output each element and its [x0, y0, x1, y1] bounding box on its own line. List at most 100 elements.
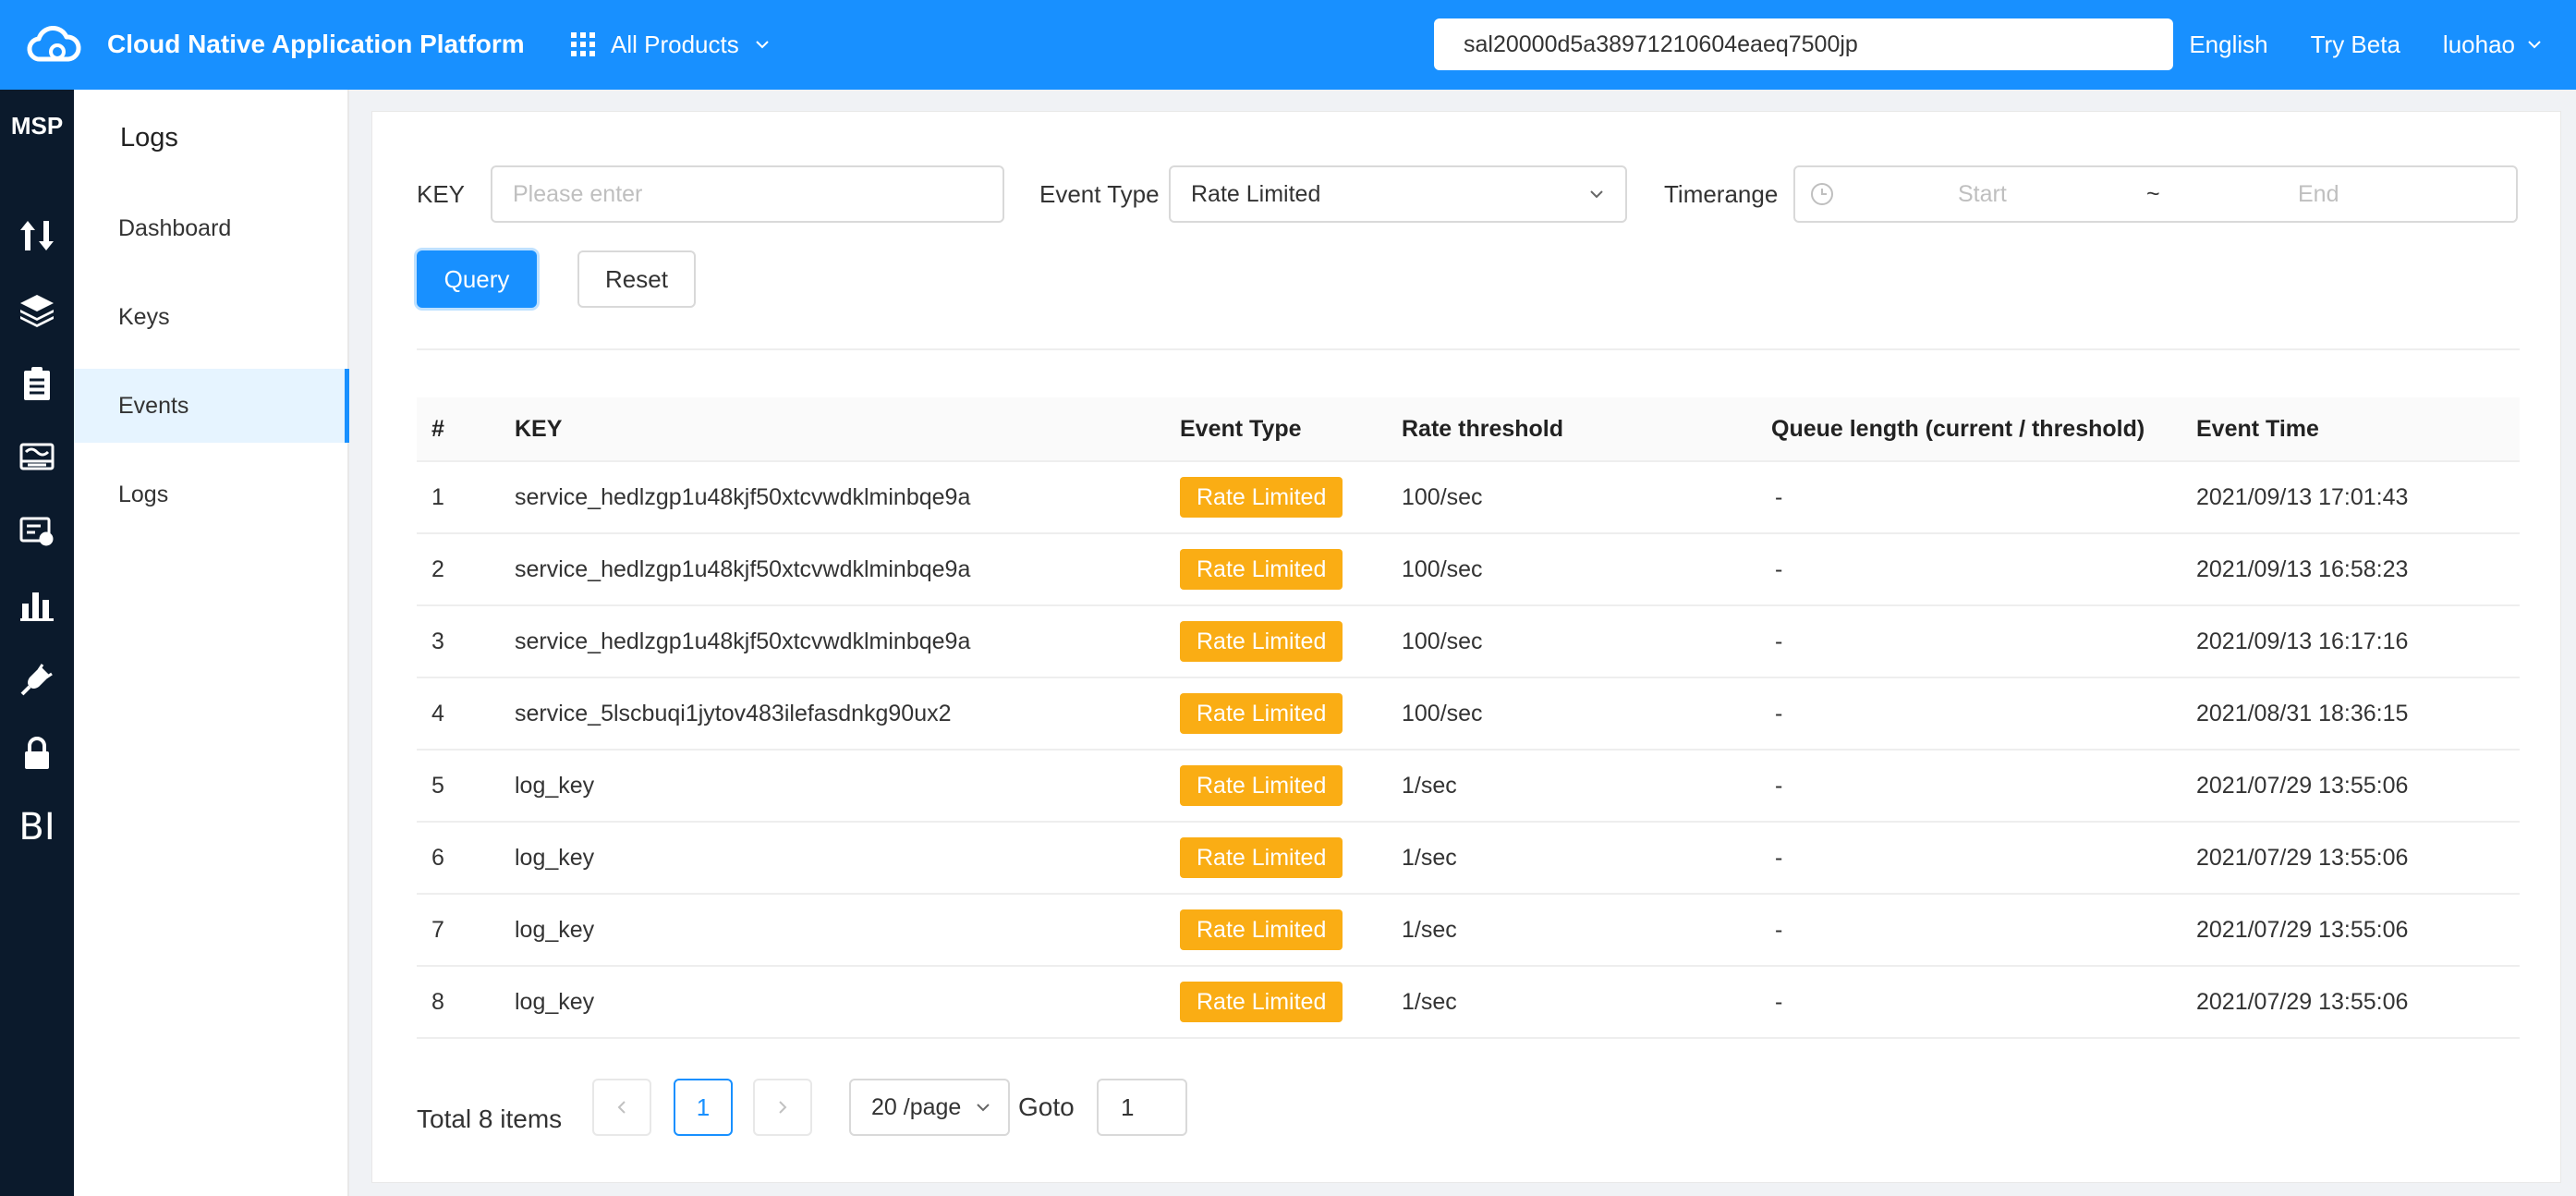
- layers-icon[interactable]: [11, 284, 63, 336]
- row-queue-length: -: [1775, 555, 1783, 582]
- top-bar: Cloud Native Application Platform All Pr…: [0, 0, 2576, 90]
- header-event-type: Event Type: [1180, 415, 1302, 442]
- row-event-time: 2021/07/29 13:55:06: [2196, 844, 2409, 871]
- row-event-time: 2021/07/29 13:55:06: [2196, 916, 2409, 943]
- user-menu[interactable]: luohao: [2443, 31, 2543, 59]
- table-row: 8 log_key Rate Limited 1/sec - 2021/07/29 13:…: [417, 967, 2520, 1039]
- grid-icon: [571, 32, 595, 56]
- key-label: KEY: [417, 180, 466, 208]
- user-name: luohao: [2442, 30, 2515, 58]
- row-queue-length: -: [1775, 628, 1783, 654]
- row-key: log_key: [515, 916, 595, 943]
- event-type-select[interactable]: Rate Limited: [1169, 165, 1627, 223]
- search-input[interactable]: sal20000d5a38971210604eaeq7500jp: [1434, 18, 2173, 70]
- row-rate-threshold: 100/sec: [1402, 555, 1483, 582]
- row-key: service_hedlzgp1u48kjf50xtcvwdklminbqe9a: [515, 483, 971, 510]
- event-type-value: Rate Limited: [1191, 181, 1321, 207]
- timerange-picker[interactable]: Start ~ End: [1793, 165, 2518, 223]
- table-row: 4 service_5lscbuqi1jytov483ilefasdnkg90ux…: [417, 678, 2520, 751]
- chevron-down-icon: [756, 41, 769, 49]
- bi-icon[interactable]: BI: [11, 801, 63, 853]
- table-body: 1 service_hedlzgp1u48kjf50xtcvwdklminbqe9…: [417, 462, 2520, 1039]
- transfer-icon[interactable]: [11, 210, 63, 262]
- row-event-type: Rate Limited: [1180, 967, 1343, 1037]
- row-queue-length: -: [1775, 916, 1783, 943]
- row-key: service_hedlzgp1u48kjf50xtcvwdklminbqe9a: [515, 555, 971, 582]
- row-rate-threshold: 100/sec: [1402, 628, 1483, 654]
- chevron-down-icon: [1590, 190, 1603, 199]
- query-button[interactable]: Query: [417, 250, 537, 308]
- row-event-type: Rate Limited: [1180, 823, 1343, 893]
- plug-icon[interactable]: [11, 653, 63, 705]
- row-event-time: 2021/07/29 13:55:06: [2196, 988, 2409, 1015]
- row-rate-threshold: 1/sec: [1402, 844, 1457, 871]
- menu-item-events[interactable]: Events: [74, 369, 349, 443]
- reset-button[interactable]: Reset: [577, 250, 696, 308]
- row-rate-threshold: 1/sec: [1402, 988, 1457, 1015]
- row-queue-length: -: [1775, 483, 1783, 510]
- menu-item-dashboard[interactable]: Dashboard: [74, 191, 349, 265]
- start-placeholder[interactable]: Start: [1958, 167, 2007, 221]
- rate-limited-tag: Rate Limited: [1180, 549, 1343, 590]
- row-number: 5: [431, 772, 444, 799]
- page-size-value: 20 /page: [871, 1094, 962, 1120]
- row-key: log_key: [515, 772, 595, 799]
- row-event-type: Rate Limited: [1180, 895, 1343, 965]
- goto-label: Goto: [1018, 1092, 1075, 1121]
- row-event-time: 2021/09/13 17:01:43: [2196, 483, 2409, 510]
- try-beta-link[interactable]: Try Beta: [2311, 31, 2400, 59]
- prev-page-button[interactable]: [592, 1079, 651, 1136]
- divider: [417, 348, 2520, 350]
- row-key: service_hedlzgp1u48kjf50xtcvwdklminbqe9a: [515, 628, 971, 654]
- event-type-label: Event Type: [1039, 180, 1160, 208]
- main-content: KEY Please enter Event Type Rate Limited…: [371, 111, 2561, 1183]
- row-key: log_key: [515, 844, 595, 871]
- header-queue-length: Queue length (current / threshold): [1771, 415, 2145, 442]
- top-right-actions: English Try Beta luohao: [2189, 26, 2543, 63]
- sub-menu: Logs Dashboard Keys Events Logs: [74, 90, 349, 1196]
- menu-item-logs[interactable]: Logs: [74, 458, 349, 531]
- menu-item-keys[interactable]: Keys: [74, 280, 349, 354]
- rate-limited-tag: Rate Limited: [1180, 837, 1343, 878]
- chevron-down-icon: [2528, 41, 2541, 49]
- key-input[interactable]: Please enter: [491, 165, 1004, 223]
- table-header: # KEY Event Type Rate threshold Queue le…: [417, 397, 2520, 462]
- cloud-logo-icon[interactable]: [26, 22, 81, 67]
- lock-icon[interactable]: [11, 727, 63, 779]
- page-1-button[interactable]: 1: [674, 1079, 733, 1136]
- range-separator: ~: [2146, 181, 2160, 207]
- rate-limited-tag: Rate Limited: [1180, 477, 1343, 518]
- next-page-button[interactable]: [753, 1079, 812, 1136]
- row-rate-threshold: 100/sec: [1402, 483, 1483, 510]
- row-event-type: Rate Limited: [1180, 678, 1343, 749]
- bar-chart-icon[interactable]: [11, 580, 63, 631]
- monitor-icon[interactable]: [11, 432, 63, 483]
- page-size-select[interactable]: 20 /page: [849, 1079, 1010, 1136]
- row-rate-threshold: 100/sec: [1402, 700, 1483, 726]
- row-event-type: Rate Limited: [1180, 751, 1343, 821]
- language-switch[interactable]: English: [2189, 31, 2267, 59]
- row-rate-threshold: 1/sec: [1402, 772, 1457, 799]
- row-event-time: 2021/07/29 13:55:06: [2196, 772, 2409, 799]
- row-queue-length: -: [1775, 844, 1783, 871]
- clipboard-icon[interactable]: [11, 358, 63, 409]
- row-number: 8: [431, 988, 444, 1015]
- header-no: #: [431, 415, 444, 442]
- all-products-menu[interactable]: All Products: [570, 26, 771, 63]
- row-number: 6: [431, 844, 444, 871]
- app-title[interactable]: Cloud Native Application Platform: [107, 29, 525, 60]
- row-number: 3: [431, 628, 444, 654]
- certificate-icon[interactable]: [11, 506, 63, 557]
- table-row: 6 log_key Rate Limited 1/sec - 2021/07/29 13:…: [417, 823, 2520, 895]
- row-number: 7: [431, 916, 444, 943]
- table-row: 1 service_hedlzgp1u48kjf50xtcvwdklminbqe9…: [417, 462, 2520, 534]
- goto-input[interactable]: 1: [1097, 1079, 1187, 1136]
- row-event-time: 2021/08/31 18:36:15: [2196, 700, 2409, 726]
- clock-icon: [1811, 183, 1833, 205]
- rail-title[interactable]: MSP: [0, 112, 74, 140]
- chevron-down-icon: [977, 1104, 990, 1112]
- chevron-left-icon: [617, 1101, 626, 1114]
- table-row: 3 service_hedlzgp1u48kjf50xtcvwdklminbqe9…: [417, 606, 2520, 678]
- row-key: log_key: [515, 988, 595, 1015]
- end-placeholder[interactable]: End: [2298, 167, 2339, 221]
